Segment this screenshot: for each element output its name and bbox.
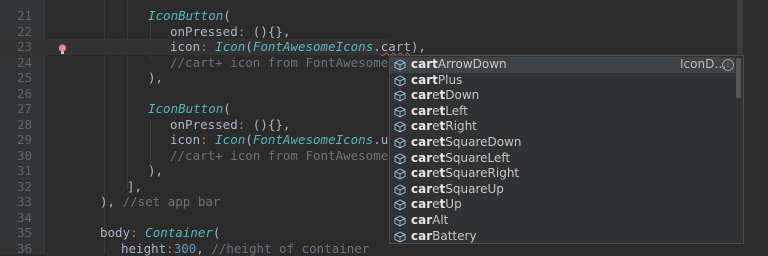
code-line[interactable]: 28 onPressed: (){}, [0, 117, 389, 133]
autocomplete-item[interactable]: carAlt [390, 213, 735, 229]
info-icon[interactable]: i [722, 59, 734, 71]
line-number: 27 [0, 101, 32, 117]
autocomplete-item[interactable]: caretSquareRight [390, 166, 735, 182]
autocomplete-item[interactable]: caretLeft [390, 104, 735, 120]
popup-scrollbar[interactable] [735, 56, 742, 243]
code-text: IconButton( [148, 8, 231, 24]
autocomplete-item-label: caretRight [411, 119, 477, 135]
cube-icon [394, 215, 406, 227]
autocomplete-item[interactable]: caretSquareDown [390, 135, 735, 151]
code-text: ], [127, 179, 142, 195]
type-hint: IconD… [680, 57, 726, 73]
autocomplete-item[interactable]: cartPlus [390, 73, 735, 89]
code-text: //cart+ icon from FontAwesome [170, 55, 388, 71]
line-number: 28 [0, 117, 32, 133]
code-line[interactable]: 31), [0, 163, 389, 179]
code-line[interactable]: 32], [0, 179, 389, 195]
autocomplete-item-label: caretUp [411, 197, 462, 213]
autocomplete-item[interactable]: caretUp [390, 197, 735, 213]
autocomplete-item-label: caretSquareUp [411, 182, 504, 198]
code-text: body: Container( [100, 225, 220, 241]
line-number: 21 [0, 8, 32, 24]
cube-icon [394, 168, 406, 180]
autocomplete-item[interactable]: caretRight [390, 119, 735, 135]
line-number: 35 [0, 225, 32, 241]
line-number: 30 [0, 148, 32, 164]
code-text: icon: Icon(FontAwesomeIcons.user [170, 132, 411, 148]
autocomplete-item[interactable]: carBattery [390, 229, 735, 244]
code-line[interactable]: 29icon: Icon(FontAwesomeIcons.user [0, 132, 389, 148]
code-line[interactable]: 35 body: Container( [0, 225, 389, 241]
autocomplete-item-label: carAlt [411, 213, 448, 229]
code-text: icon: Icon(FontAwesomeIcons.cart), [170, 39, 426, 55]
cube-icon [394, 59, 406, 71]
code-line[interactable]: 27 IconButton( [0, 101, 389, 117]
code-text: ), [148, 70, 163, 86]
cube-icon [394, 106, 406, 118]
code-text: //cart+ icon from FontAwesome [170, 148, 388, 164]
line-number: 32 [0, 179, 32, 195]
autocomplete-item-label: caretSquareLeft [411, 151, 510, 167]
autocomplete-item-label: cartPlus [411, 73, 462, 89]
code-line[interactable]: 33 ), //set app bar [0, 194, 389, 210]
line-number: 34 [0, 210, 32, 226]
autocomplete-item[interactable]: cartArrowDown IconD…i [390, 57, 735, 73]
popup-scroll-thumb[interactable] [736, 58, 741, 98]
code-line[interactable]: 34 [0, 210, 389, 226]
line-number: 22 [0, 24, 32, 40]
autocomplete-item[interactable]: caretDown [390, 88, 735, 104]
line-number: 31 [0, 163, 32, 179]
code-line[interactable]: 24 //cart+ icon from FontAwesome [0, 55, 389, 71]
cube-icon [394, 199, 406, 211]
editor-scrollbar[interactable] [737, 0, 743, 58]
code-line[interactable]: 26 [0, 86, 389, 102]
cube-icon [394, 137, 406, 149]
cube-icon [394, 153, 406, 165]
cube-icon [394, 90, 406, 102]
autocomplete-item-label: caretSquareRight [411, 166, 519, 182]
code-line[interactable]: 21 IconButton( [0, 8, 389, 24]
line-number: 29 [0, 132, 32, 148]
cube-icon [394, 75, 406, 87]
line-number: 24 [0, 55, 32, 71]
line-number: 26 [0, 86, 32, 102]
cube-icon [394, 231, 406, 243]
line-number: 33 [0, 194, 32, 210]
autocomplete-item-label: caretDown [411, 88, 479, 104]
autocomplete-item[interactable]: caretSquareUp [390, 182, 735, 198]
autocomplete-item[interactable]: caretSquareLeft [390, 151, 735, 167]
autocomplete-item-label: caretLeft [411, 104, 468, 120]
lightbulb-icon[interactable] [58, 44, 67, 55]
code-text: onPressed: (){}, [170, 24, 290, 40]
code-text: ), [148, 163, 163, 179]
autocomplete-item-label: carBattery [411, 229, 477, 244]
code-line[interactable]: 30 //cart+ icon from FontAwesome [0, 148, 389, 164]
autocomplete-popup[interactable]: cartArrowDownIconD…icartPluscaretDowncar… [389, 55, 744, 244]
cube-icon [394, 121, 406, 133]
autocomplete-item-label: cartArrowDown [411, 57, 507, 73]
cube-icon [394, 184, 406, 196]
code-line[interactable]: 22 onPressed: (){}, [0, 24, 389, 40]
line-number: 25 [0, 70, 32, 86]
code-text: ), //set app bar [100, 194, 220, 210]
autocomplete-item-label: caretSquareDown [411, 135, 522, 151]
code-text: onPressed: (){}, [170, 117, 290, 133]
line-number: 23 [0, 39, 32, 55]
code-text: IconButton( [148, 101, 231, 117]
code-line[interactable]: 25), [0, 70, 389, 86]
